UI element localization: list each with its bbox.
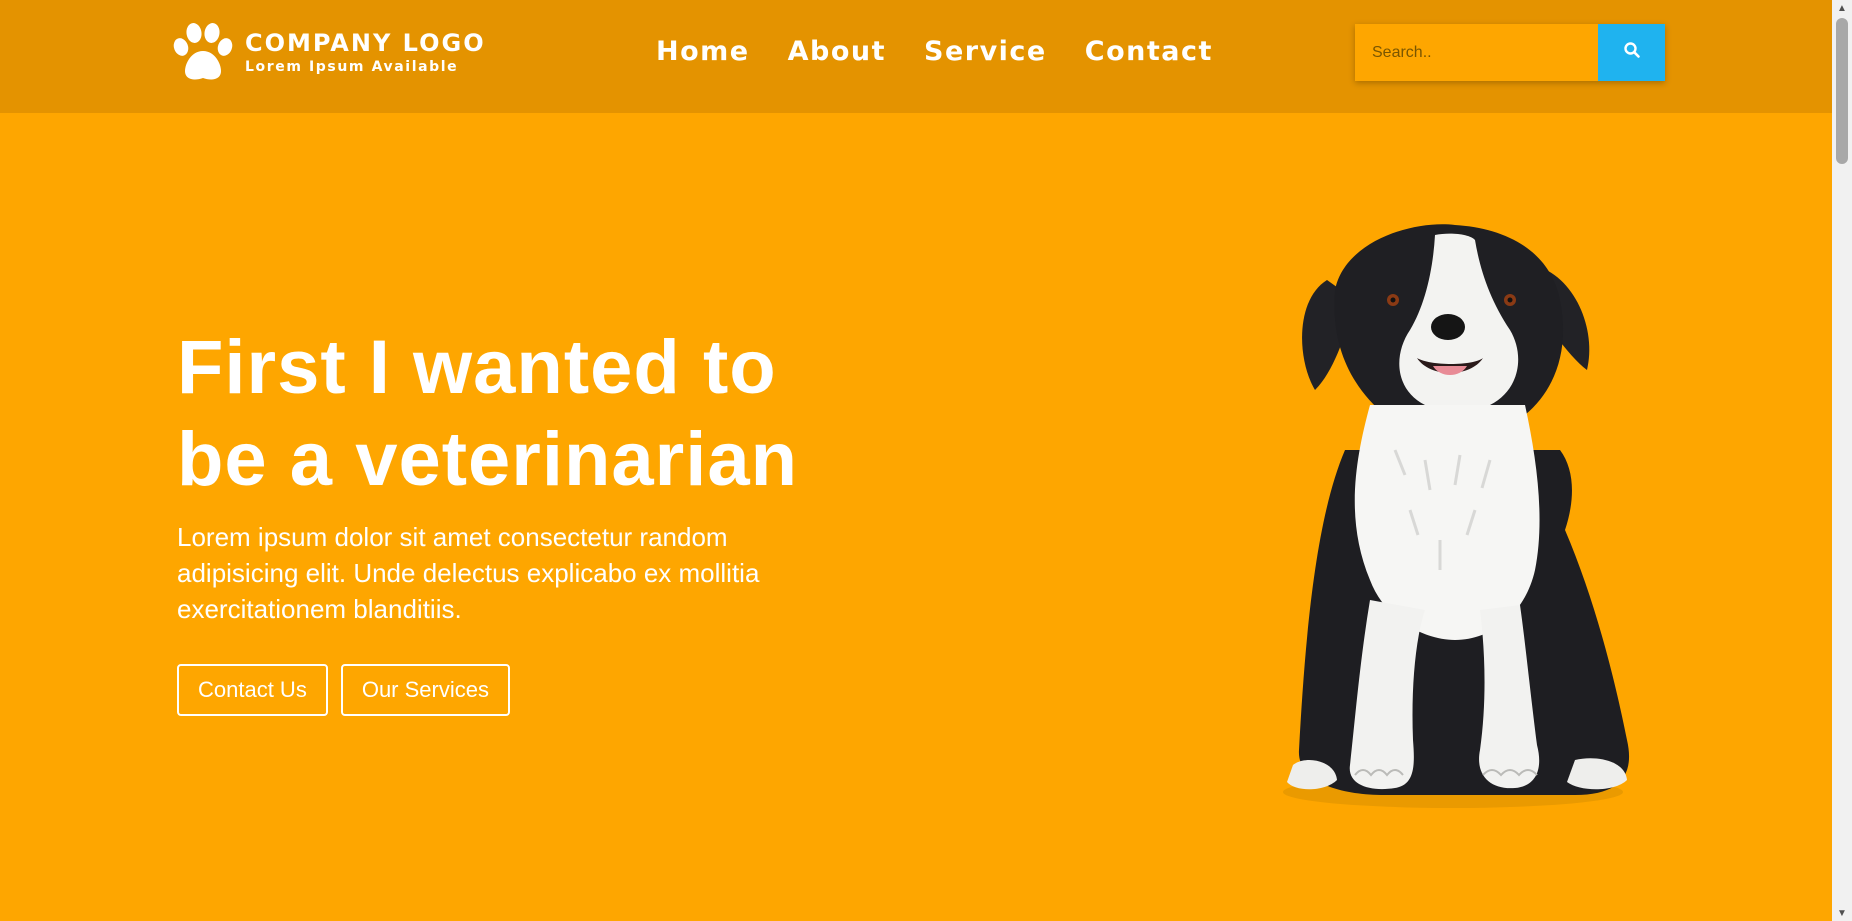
scroll-up-arrow-icon[interactable]: ▲ (1832, 0, 1852, 16)
company-logo[interactable]: COMPANY LOGO Lorem Ipsum Available (171, 22, 486, 82)
logo-title: COMPANY LOGO (245, 29, 486, 57)
search-icon (1623, 41, 1641, 64)
hero-description: Lorem ipsum dolor sit amet consectetur r… (177, 522, 760, 624)
contact-us-button[interactable]: Contact Us (177, 664, 328, 716)
search-input[interactable] (1355, 24, 1598, 81)
nav-contact[interactable]: Contact (1085, 34, 1213, 70)
nav-about[interactable]: About (788, 34, 886, 70)
scroll-down-arrow-icon[interactable]: ▼ (1832, 905, 1852, 921)
page: COMPANY LOGO Lorem Ipsum Available Home … (0, 0, 1832, 921)
paw-icon (171, 22, 237, 82)
scrollbar-thumb[interactable] (1836, 18, 1848, 164)
hero-title: First I wanted to be a veterinarian (177, 325, 799, 502)
site-header: COMPANY LOGO Lorem Ipsum Available Home … (0, 0, 1832, 113)
vertical-scrollbar[interactable]: ▲ ▼ (1832, 0, 1852, 921)
our-services-button[interactable]: Our Services (340, 664, 510, 716)
logo-subtitle: Lorem Ipsum Available (245, 59, 459, 75)
main-nav: Home About Service Contact (656, 34, 1213, 70)
search-button[interactable] (1598, 24, 1665, 81)
search-bar (1355, 24, 1665, 81)
dog-image (1275, 220, 1640, 812)
hero-actions: Contact Us Our Services (177, 664, 510, 716)
nav-home[interactable]: Home (656, 34, 750, 70)
nav-service[interactable]: Service (924, 34, 1047, 70)
